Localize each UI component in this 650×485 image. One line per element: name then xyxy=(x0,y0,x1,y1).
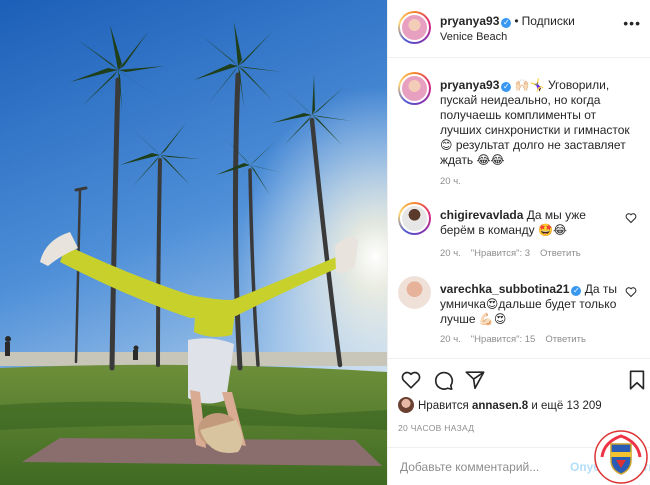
yoga-beach-photo xyxy=(0,0,387,485)
like-comment-heart-icon[interactable] xyxy=(625,286,637,298)
post-location[interactable]: Venice Beach xyxy=(440,31,507,43)
verified-icon: ✓ xyxy=(501,18,512,28)
reply-button[interactable]: Ответить xyxy=(540,248,581,259)
following-button[interactable]: Подписки xyxy=(522,14,575,28)
post-date[interactable]: 20 ЧАСОВ НАЗАД xyxy=(398,423,474,433)
share-paper-plane-icon[interactable] xyxy=(464,369,486,391)
caption-emojis: 🙌🏻🤸‍♀️ xyxy=(514,78,545,92)
like-comment-heart-icon[interactable] xyxy=(625,212,637,224)
header-title-row: pryanya93 ✓ • Подписки xyxy=(440,14,575,28)
separator-dot: • xyxy=(514,14,519,28)
comment-timestamp[interactable]: 20 ч. xyxy=(440,248,461,259)
commenter-avatar[interactable] xyxy=(398,276,431,309)
likes-count[interactable]: и ещё 13 209 xyxy=(531,400,601,412)
news-watermark-logo xyxy=(594,430,648,484)
comment-input[interactable] xyxy=(400,457,570,477)
caption-timestamp[interactable]: 20 ч. xyxy=(440,176,461,187)
commenter-username[interactable]: varechka_subbotina21 xyxy=(440,282,569,296)
more-options-icon[interactable]: ••• xyxy=(623,15,641,31)
comment-likes[interactable]: "Нравится": 15 xyxy=(471,334,536,345)
reply-button[interactable]: Ответить xyxy=(545,334,586,345)
verified-icon: ✓ xyxy=(571,286,582,296)
commenter-username[interactable]: chigirevavlada xyxy=(440,208,523,222)
save-bookmark-icon[interactable] xyxy=(626,369,648,391)
likes-summary: Нравится annasen.8 и ещё 13 209 xyxy=(398,397,602,413)
post-photo[interactable] xyxy=(0,0,387,485)
likes-prefix: Нравится xyxy=(418,400,469,412)
comment-timestamp[interactable]: 20 ч. xyxy=(440,334,461,345)
post-side-panel: pryanya93 ✓ • Подписки Venice Beach ••• pry… xyxy=(387,0,650,485)
comment-text: varechka_subbotina21 ✓ Да ты умничка😍даль… xyxy=(440,282,620,327)
post-header: pryanya93 ✓ • Подписки Venice Beach ••• xyxy=(388,0,650,58)
caption-avatar[interactable] xyxy=(398,72,431,105)
author-username[interactable]: pryanya93 xyxy=(440,14,499,28)
liker-username[interactable]: annasen.8 xyxy=(472,400,528,412)
caption-text: pryanya93 ✓ 🙌🏻🤸‍♀️ Уговорили, пускай неид… xyxy=(440,78,638,168)
comment-text: chigirevavlada Да мы уже берём в команду… xyxy=(440,208,620,238)
like-heart-icon[interactable] xyxy=(400,369,422,391)
liker-avatar[interactable] xyxy=(398,397,414,413)
comment-meta: 20 ч. "Нравится": 15 Ответить xyxy=(440,334,596,345)
comment-bubble-icon[interactable] xyxy=(432,369,454,391)
commenter-avatar[interactable] xyxy=(398,202,431,235)
verified-icon: ✓ xyxy=(501,82,512,92)
comment-meta: 20 ч. "Нравится": 3 Ответить xyxy=(440,248,591,259)
author-avatar[interactable] xyxy=(398,11,431,44)
caption-username[interactable]: pryanya93 xyxy=(440,78,499,92)
comment-likes[interactable]: "Нравится": 3 xyxy=(471,248,530,259)
